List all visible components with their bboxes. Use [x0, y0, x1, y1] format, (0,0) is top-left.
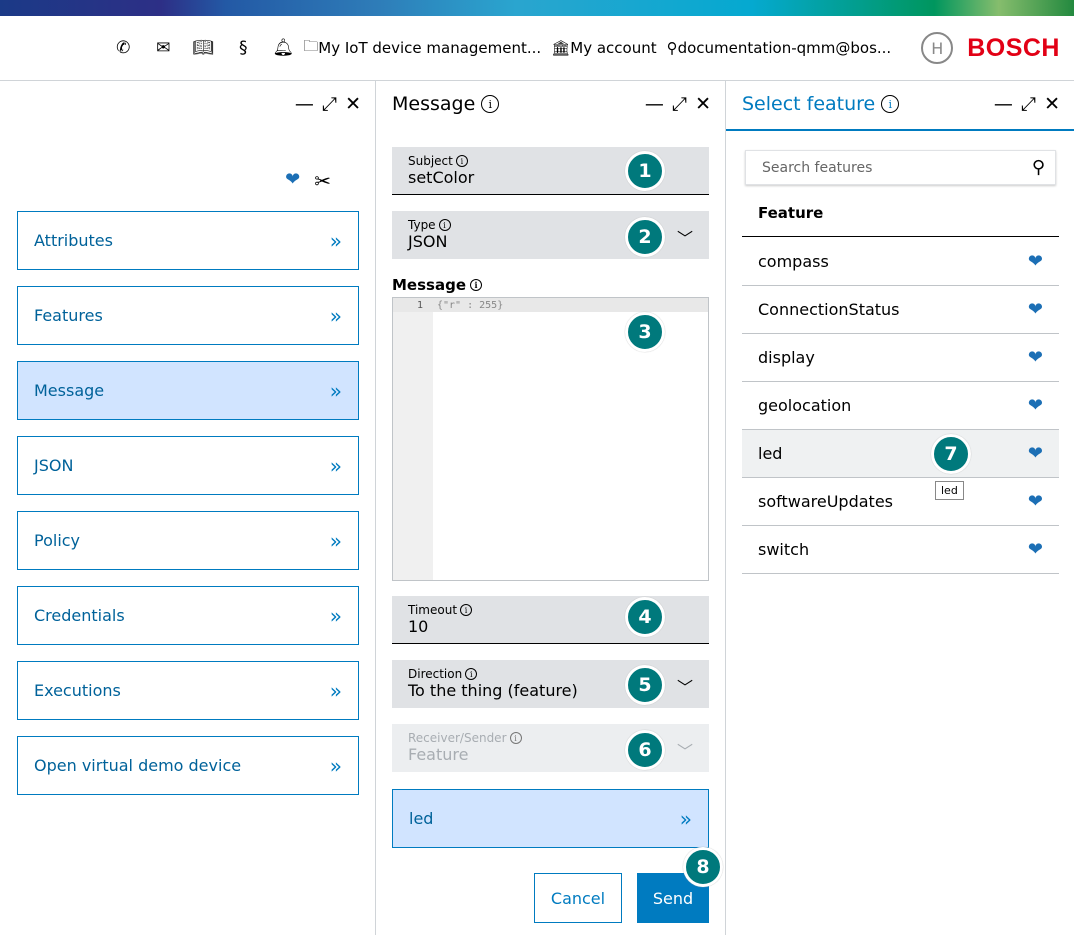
info-icon[interactable]: i	[481, 95, 500, 113]
bosch-armature-icon: H	[921, 32, 954, 64]
feature-row[interactable]: softwareUpdates ❤	[742, 478, 1059, 526]
title-underline	[726, 129, 1074, 131]
feature-row[interactable]: display ❤	[742, 334, 1059, 382]
nav-executions[interactable]: Executions»	[17, 661, 359, 720]
message-label: Message	[392, 276, 466, 294]
feature-row[interactable]: ConnectionStatus ❤	[742, 286, 1059, 334]
close-icon[interactable]: ✕	[345, 93, 361, 115]
brand-supergraphic	[0, 0, 1074, 16]
nav-features[interactable]: Features»	[17, 286, 359, 345]
iot-icon[interactable]: ❤	[285, 169, 300, 193]
expand-icon[interactable]: ⤢	[322, 93, 337, 115]
feature-name: compass	[758, 252, 829, 271]
chevron-double-right-icon: »	[679, 806, 692, 831]
expand-icon[interactable]: ⤢	[672, 93, 687, 115]
feature-row[interactable]: geolocation ❤	[742, 382, 1059, 430]
book-icon[interactable]: 📖︎	[183, 38, 223, 58]
chevron-double-right-icon: »	[329, 603, 342, 628]
feature-name: display	[758, 348, 815, 367]
folder-icon: 🗀	[303, 36, 319, 55]
selected-feature-button[interactable]: led»	[392, 789, 709, 848]
step-badge: 7	[931, 434, 971, 474]
minimize-icon[interactable]: —	[645, 93, 664, 115]
expand-icon[interactable]: ⤢	[1021, 93, 1036, 115]
step-badge: 3	[625, 312, 665, 352]
chevron-down-icon: ﹀	[676, 678, 693, 697]
info-icon[interactable]: i	[438, 219, 451, 231]
feature-row[interactable]: compass ❤	[742, 238, 1059, 286]
top-header: ✆ ✉ 📖︎ § 🔔︎ 🗀 My IoT device management...…	[0, 16, 1074, 81]
nav-open-virtual-demo-device[interactable]: Open virtual demo device»	[17, 736, 359, 795]
select-feature-panel: Select feature i — ⤢ ✕ Search features ⚲ Fea…	[726, 81, 1074, 935]
tooltip: led	[935, 481, 964, 500]
message-panel: Message i — ⤢ ✕ Subject i setColor Type i JSON ﹀…	[376, 81, 726, 935]
user-icon: ⚲	[666, 39, 678, 57]
phone-icon[interactable]: ✆	[103, 38, 143, 58]
iot-icon: ❤	[1027, 251, 1043, 272]
search-features-input[interactable]: Search features ⚲	[745, 150, 1056, 185]
panel-title: Select feature	[742, 93, 876, 115]
iot-icon: ❤	[1027, 443, 1043, 464]
nav-json[interactable]: JSON»	[17, 436, 359, 495]
feature-name: softwareUpdates	[758, 492, 893, 511]
step-badge: 1	[625, 151, 665, 191]
chevron-double-right-icon: »	[329, 753, 342, 778]
info-icon[interactable]: i	[465, 668, 478, 680]
iot-icon: ❤	[1027, 347, 1043, 368]
info-icon: i	[509, 732, 522, 744]
step-badge: 2	[625, 217, 665, 257]
feature-row[interactable]: led ❤	[742, 430, 1059, 478]
chevron-double-right-icon: »	[329, 228, 342, 253]
chevron-double-right-icon: »	[329, 528, 342, 553]
chevron-double-right-icon: »	[329, 678, 342, 703]
chevron-double-right-icon: »	[329, 453, 342, 478]
my-account-link[interactable]: 🏛︎ My account	[551, 39, 656, 57]
cancel-button[interactable]: Cancel	[534, 873, 622, 923]
thing-panel: — ⤢ ✕ ❤ ✂ Attributes» Features» Message» JS…	[0, 81, 376, 935]
panel-title: Message	[392, 93, 476, 115]
feature-row[interactable]: switch ❤	[742, 526, 1059, 574]
chevron-double-right-icon: »	[329, 303, 342, 328]
iot-icon: ❤	[1027, 491, 1043, 512]
close-icon[interactable]: ✕	[695, 93, 711, 115]
chevron-down-icon: ﹀	[676, 229, 693, 248]
info-icon[interactable]: i	[881, 95, 900, 113]
nav-credentials[interactable]: Credentials»	[17, 586, 359, 645]
code-line: {"r" : 255}	[437, 299, 504, 311]
subscription-link[interactable]: 🗀 My IoT device management...	[303, 36, 541, 61]
step-badge: 5	[625, 665, 665, 705]
nav-message[interactable]: Message»	[17, 361, 359, 420]
info-icon[interactable]: i	[470, 279, 482, 291]
iot-icon: ❤	[1027, 539, 1043, 560]
step-badge: 8	[683, 847, 723, 887]
step-badge: 6	[625, 730, 665, 770]
iot-icon: ❤	[1027, 395, 1043, 416]
minimize-icon[interactable]: —	[994, 93, 1013, 115]
building-icon: 🏛︎	[551, 39, 571, 57]
feature-name: led	[758, 444, 783, 463]
feature-name: ConnectionStatus	[758, 300, 900, 319]
step-badge: 4	[625, 597, 665, 637]
iot-icon: ❤	[1027, 299, 1043, 320]
feature-name: switch	[758, 540, 810, 559]
search-icon[interactable]: ⚲	[1032, 157, 1045, 178]
info-icon[interactable]: i	[460, 604, 473, 616]
nav-policy[interactable]: Policy»	[17, 511, 359, 570]
bell-icon[interactable]: 🔔︎	[263, 38, 303, 58]
chevron-down-icon: ﹀	[676, 742, 693, 761]
tools-icon[interactable]: ✂	[314, 169, 331, 193]
close-icon[interactable]: ✕	[1044, 93, 1060, 115]
section-icon[interactable]: §	[223, 38, 263, 58]
minimize-icon[interactable]: —	[295, 93, 314, 115]
feature-name: geolocation	[758, 396, 852, 415]
info-icon[interactable]: i	[455, 155, 468, 167]
chevron-double-right-icon: »	[329, 378, 342, 403]
feature-column-header: Feature	[742, 191, 1059, 237]
bosch-logo: H BOSCH	[921, 32, 1060, 64]
nav-attributes[interactable]: Attributes»	[17, 211, 359, 270]
mail-icon[interactable]: ✉	[143, 38, 183, 58]
user-link[interactable]: ⚲ documentation-qmm@bos...	[667, 39, 892, 57]
